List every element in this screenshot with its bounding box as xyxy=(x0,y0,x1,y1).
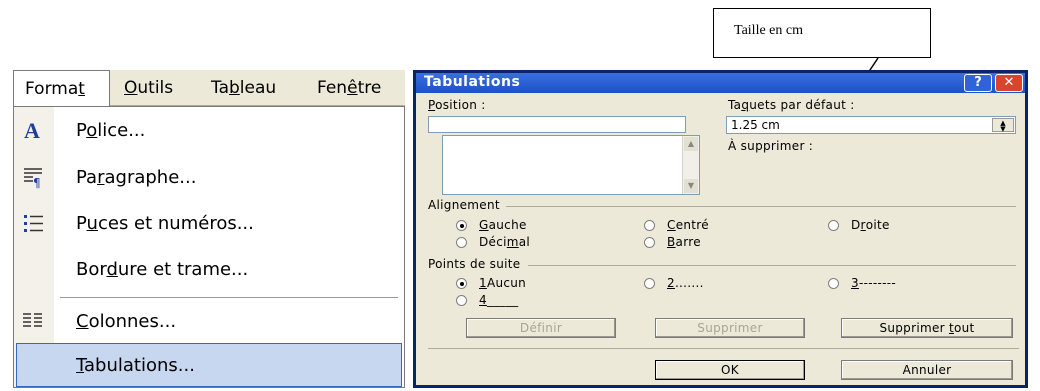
dialog-title: Tabulations xyxy=(424,74,521,90)
menu-item-paragraphe[interactable]: ¶ Paragraphe... xyxy=(14,156,404,200)
help-button[interactable]: ? xyxy=(964,74,992,92)
format-dropdown-menu: A Police... ¶ Paragraphe... Puces et num… xyxy=(13,106,405,388)
callout-text: Taille en cm xyxy=(734,23,803,38)
footer-separator xyxy=(428,348,1019,349)
font-icon: A xyxy=(18,115,48,145)
menu-fenetre[interactable]: Fenêtre xyxy=(309,70,389,106)
radio-droite[interactable]: Dr oite xyxy=(828,218,890,232)
menu-item-police[interactable]: A Police... xyxy=(14,109,404,153)
radio-gauche[interactable]: Gauche xyxy=(456,218,527,232)
default-tabs-spinner[interactable]: 1.25 cm ▲ ▼ xyxy=(726,116,1016,134)
menu-item-colonnes[interactable]: Colonnes... xyxy=(14,300,404,344)
radio-leader-4[interactable]: 4 _____ xyxy=(456,293,518,307)
menu-item-tabulations[interactable]: Tabulations... xyxy=(16,343,402,387)
close-button[interactable]: ✕ xyxy=(995,74,1023,92)
radio-barre[interactable]: Barre xyxy=(644,235,701,249)
clear-button[interactable]: Supprimer xyxy=(655,318,805,338)
leader-group-line xyxy=(528,265,1016,266)
default-tabs-label: Taquets par défaut : xyxy=(728,98,855,112)
leader-label: Points de suite xyxy=(428,257,521,271)
ok-button[interactable]: OK xyxy=(655,360,805,380)
menu-item-puces[interactable]: Puces et numéros... xyxy=(14,202,404,246)
default-tabs-value: 1.25 cm xyxy=(731,118,780,132)
menu-format[interactable]: Format xyxy=(13,70,110,106)
radio-leader-3[interactable]: 3 -------- xyxy=(828,276,896,290)
radio-leader-2[interactable]: 2 ....... xyxy=(644,276,704,290)
dialog-titlebar: Tabulations ? ✕ xyxy=(416,73,1025,93)
alignment-label: Alignement xyxy=(428,198,500,212)
callout-box: Taille en cm xyxy=(713,8,931,58)
radio-leader-1[interactable]: 1 Aucun xyxy=(456,276,526,290)
svg-text:¶: ¶ xyxy=(33,176,41,189)
set-button[interactable]: Définir xyxy=(466,318,616,338)
cancel-button[interactable]: Annuler xyxy=(841,360,1013,380)
to-clear-label: À supprimer : xyxy=(728,139,814,153)
scroll-down-arrow-icon[interactable]: ▼ xyxy=(684,179,698,193)
bullets-icon xyxy=(18,208,48,238)
svg-text:A: A xyxy=(24,118,40,142)
menu-outils[interactable]: Outils xyxy=(116,70,181,106)
menu-tableau[interactable]: Tableau xyxy=(203,70,284,106)
menu-item-bordure[interactable]: Bordure et trame... xyxy=(14,248,404,292)
clear-all-button[interactable]: Supprimer tout xyxy=(841,318,1013,338)
paragraph-icon: ¶ xyxy=(18,162,48,192)
spinner-arrows-icon[interactable]: ▲ ▼ xyxy=(992,118,1014,133)
columns-icon xyxy=(18,306,48,336)
position-input[interactable] xyxy=(428,116,686,133)
tabulations-dialog: Tabulations ? ✕ Position : ▲ ▼ Taquets p… xyxy=(413,70,1028,388)
radio-decimal[interactable]: Déci m al xyxy=(456,235,530,249)
list-scrollbar[interactable]: ▲ ▼ xyxy=(682,136,699,194)
position-list[interactable]: ▲ ▼ xyxy=(442,135,700,195)
scroll-up-arrow-icon[interactable]: ▲ xyxy=(684,137,698,151)
menu-separator xyxy=(60,297,398,298)
position-label: Position : xyxy=(428,98,486,112)
menu-bar: Format Outils Tableau Fenêtre xyxy=(13,70,405,106)
radio-centre[interactable]: Centré xyxy=(644,218,709,232)
alignment-group-line xyxy=(506,206,1016,207)
